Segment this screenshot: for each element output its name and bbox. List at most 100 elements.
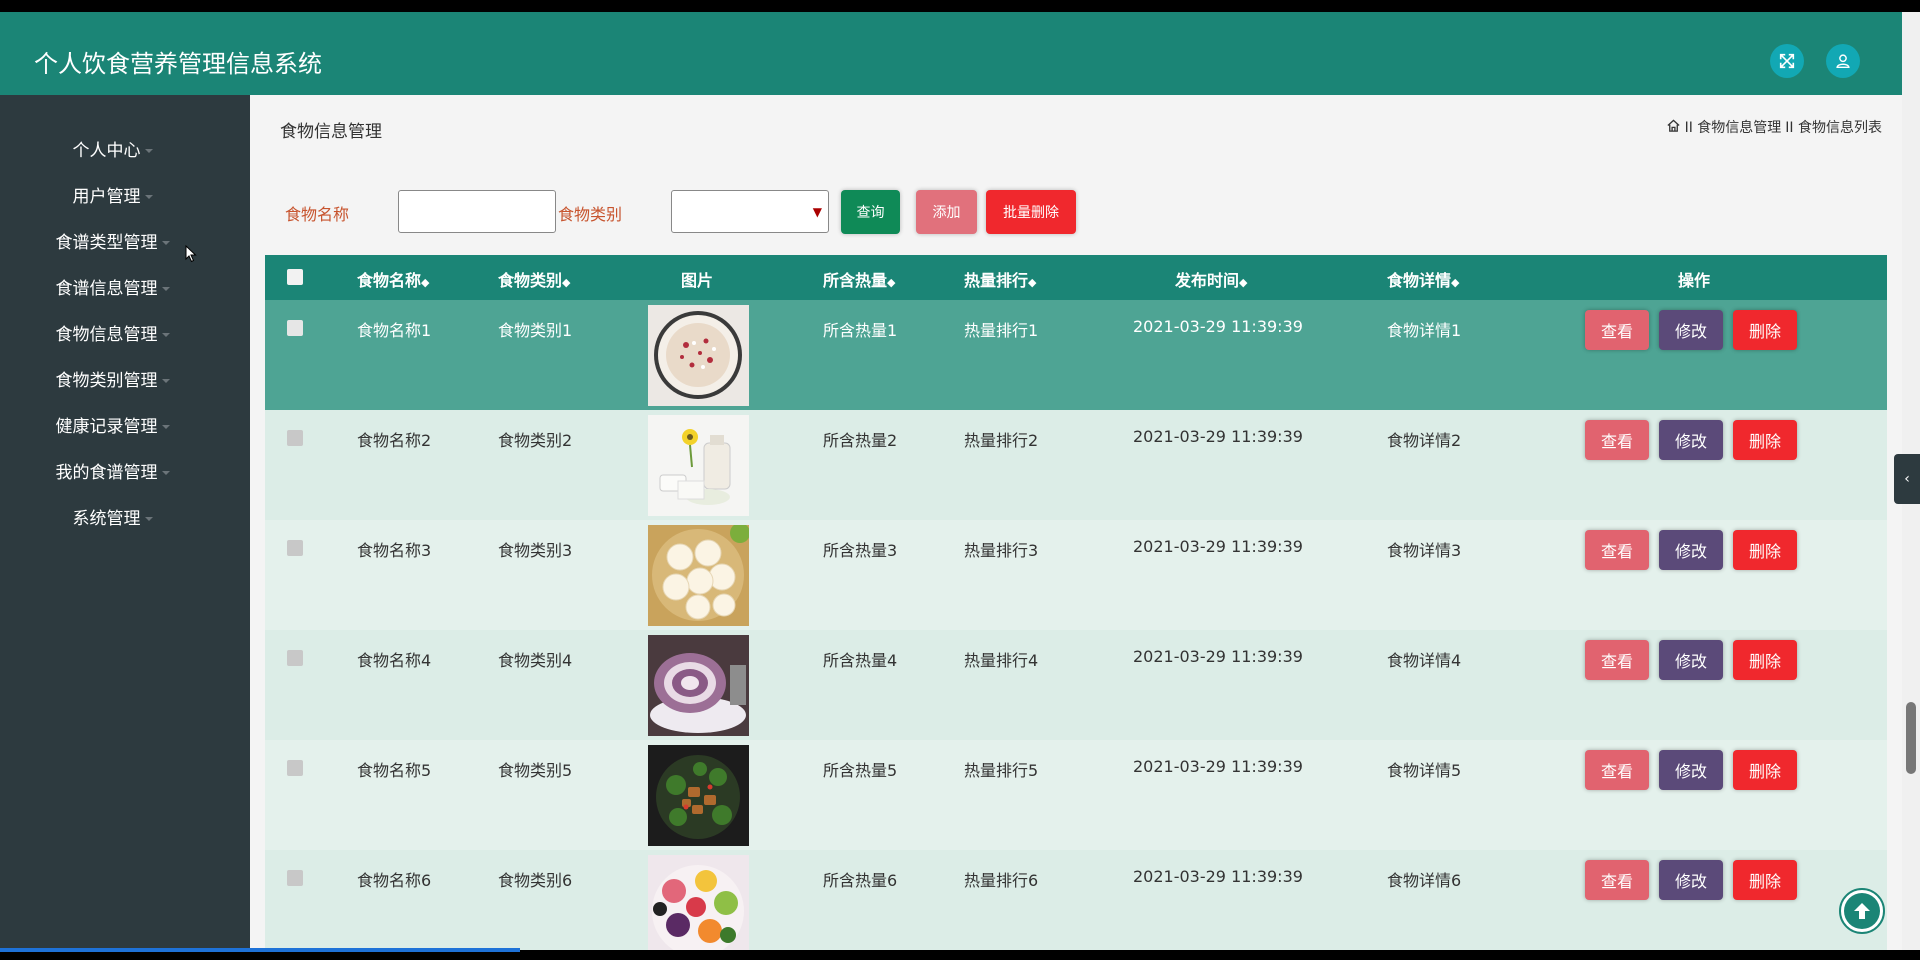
cell-category: 食物类别3 (498, 541, 573, 560)
cell-publish-time: 2021-03-29 11:39:39 (1133, 647, 1303, 666)
column-header-rank[interactable]: 热量排行◆ (964, 267, 1036, 291)
table-row[interactable]: 食物名称2 食物类别2 所含热量2 热量排行2 2021-03-29 11:39… (265, 410, 1887, 520)
column-header-details[interactable]: 食物详情◆ (1387, 267, 1459, 291)
sort-icon: ◆ (1239, 276, 1248, 289)
edit-button[interactable]: 修改 (1659, 530, 1723, 570)
delete-button[interactable]: 删除 (1733, 310, 1797, 350)
column-header-image: 图片 (681, 271, 714, 290)
caret-down-icon (144, 149, 153, 153)
row-checkbox[interactable] (287, 870, 303, 886)
delete-button[interactable]: 删除 (1733, 420, 1797, 460)
cell-rank: 热量排行2 (964, 431, 1039, 450)
cell-category: 食物类别4 (498, 651, 573, 670)
edit-button[interactable]: 修改 (1659, 640, 1723, 680)
cell-name: 食物名称6 (357, 871, 432, 890)
user-icon[interactable] (1826, 44, 1860, 78)
delete-button[interactable]: 删除 (1733, 750, 1797, 790)
cell-details: 食物详情2 (1387, 431, 1462, 450)
table-row[interactable]: 食物名称4 食物类别4 所含热量4 热量排行4 2021-03-29 11:39… (265, 630, 1887, 740)
page-title: 食物信息管理 (280, 122, 382, 142)
view-button[interactable]: 查看 (1585, 750, 1649, 790)
sort-icon: ◆ (1028, 276, 1037, 289)
column-header-publish-time[interactable]: 发布时间◆ (1175, 267, 1247, 291)
cell-name: 食物名称5 (357, 761, 432, 780)
sidebar-item-recipe-info[interactable]: 食谱信息管理 (0, 274, 225, 304)
row-checkbox[interactable] (287, 760, 303, 776)
batch-delete-button[interactable]: 批量删除 (986, 190, 1076, 234)
add-button[interactable]: 添加 (916, 190, 977, 234)
back-to-top-button[interactable] (1839, 888, 1885, 934)
delete-button[interactable]: 删除 (1733, 640, 1797, 680)
row-checkbox[interactable] (287, 650, 303, 666)
cell-details: 食物详情6 (1387, 871, 1462, 890)
view-button[interactable]: 查看 (1585, 640, 1649, 680)
column-header-calories[interactable]: 所含热量◆ (823, 267, 895, 291)
food-image[interactable] (648, 415, 749, 516)
cell-publish-time: 2021-03-29 11:39:39 (1133, 317, 1303, 336)
cell-name: 食物名称2 (357, 431, 432, 450)
cell-calories: 所含热量1 (823, 321, 898, 340)
sidebar-item-label: 健康记录管理 (55, 417, 158, 437)
row-checkbox[interactable] (287, 320, 303, 336)
food-image[interactable] (648, 525, 749, 626)
view-button[interactable]: 查看 (1585, 860, 1649, 900)
sidebar-item-label: 食谱类型管理 (55, 233, 158, 253)
food-image[interactable] (648, 635, 749, 736)
edit-button[interactable]: 修改 (1659, 420, 1723, 460)
sidebar-item-food-info[interactable]: 食物信息管理 (0, 320, 225, 350)
cell-calories: 所含热量5 (823, 761, 898, 780)
fullscreen-icon[interactable] (1770, 44, 1804, 78)
edit-button[interactable]: 修改 (1659, 860, 1723, 900)
query-button[interactable]: 查询 (841, 190, 900, 234)
column-header-category[interactable]: 食物类别◆ (498, 267, 570, 291)
sidebar: 个人中心 用户管理 食谱类型管理 食谱信息管理 食物信息管理 食物类别管理 健康… (0, 95, 250, 950)
arrow-up-icon (1844, 893, 1880, 929)
cell-details: 食物详情5 (1387, 761, 1462, 780)
delete-button[interactable]: 删除 (1733, 530, 1797, 570)
table-row[interactable]: 食物名称6 食物类别6 所含热量6 热量排行6 2021-03-29 11:39… (265, 850, 1887, 950)
sidebar-item-label: 食物类别管理 (55, 371, 158, 391)
food-image[interactable] (648, 745, 749, 846)
sidebar-item-my-recipes[interactable]: 我的食谱管理 (0, 458, 225, 488)
sidebar-item-food-category[interactable]: 食物类别管理 (0, 366, 225, 396)
sidebar-item-health-record[interactable]: 健康记录管理 (0, 412, 225, 442)
caret-down-icon (161, 287, 170, 291)
cell-name: 食物名称3 (357, 541, 432, 560)
cell-publish-time: 2021-03-29 11:39:39 (1133, 867, 1303, 886)
delete-button[interactable]: 删除 (1733, 860, 1797, 900)
edit-button[interactable]: 修改 (1659, 310, 1723, 350)
food-name-input[interactable] (398, 190, 556, 233)
row-checkbox[interactable] (287, 430, 303, 446)
select-all-checkbox[interactable] (287, 269, 303, 285)
row-checkbox[interactable] (287, 540, 303, 556)
sidebar-item-system[interactable]: 系统管理 (0, 504, 225, 534)
sort-icon: ◆ (1451, 276, 1460, 289)
breadcrumb-item: II 食物信息列表 (1785, 120, 1882, 136)
column-header-name[interactable]: 食物名称◆ (357, 267, 429, 291)
edit-button[interactable]: 修改 (1659, 750, 1723, 790)
table-row[interactable]: 食物名称1 食物类别1 所含热量1 热量排行1 2021-03-29 11:39… (265, 300, 1887, 410)
breadcrumb-item[interactable]: II 食物信息管理 (1685, 117, 1782, 137)
table-row[interactable]: 食物名称5 食物类别5 所含热量5 热量排行5 2021-03-29 11:39… (265, 740, 1887, 850)
scrollbar-thumb[interactable] (1906, 702, 1916, 774)
sidebar-item-personal-center[interactable]: 个人中心 (0, 136, 225, 166)
chevron-left-icon[interactable]: ‹ (1894, 454, 1920, 504)
food-image[interactable] (648, 855, 749, 950)
caret-down-icon (144, 517, 153, 521)
food-image[interactable] (648, 305, 749, 406)
cell-details: 食物详情3 (1387, 541, 1462, 560)
view-button[interactable]: 查看 (1585, 420, 1649, 460)
cell-rank: 热量排行5 (964, 761, 1039, 780)
app-title: 个人饮食营养管理信息系统 (34, 50, 322, 78)
view-button[interactable]: 查看 (1585, 310, 1649, 350)
table-row[interactable]: 食物名称3 食物类别3 所含热量3 热量排行3 2021-03-29 11:39… (265, 520, 1887, 630)
home-icon[interactable] (1666, 118, 1681, 137)
sidebar-item-label: 食谱信息管理 (55, 279, 158, 299)
view-button[interactable]: 查看 (1585, 530, 1649, 570)
column-header-actions: 操作 (1678, 271, 1711, 290)
column-header-label: 食物名称 (357, 271, 422, 290)
cell-rank: 热量排行1 (964, 321, 1039, 340)
food-category-select[interactable]: ▼ (671, 190, 829, 233)
sidebar-item-user-management[interactable]: 用户管理 (0, 182, 225, 212)
sort-icon: ◆ (562, 276, 571, 289)
